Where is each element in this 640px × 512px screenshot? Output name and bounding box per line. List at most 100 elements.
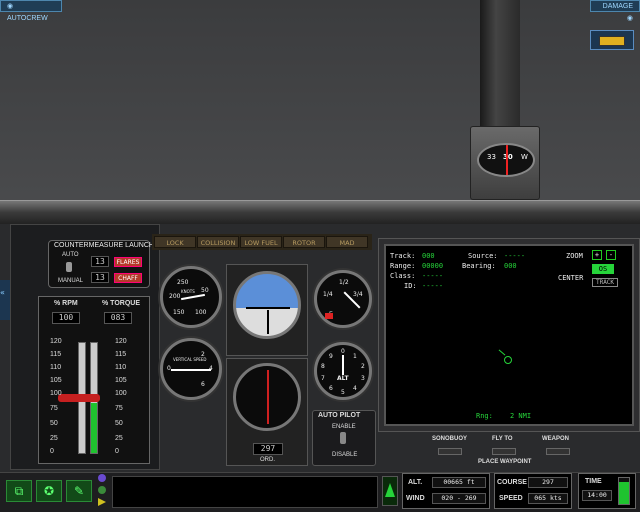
windshield-pillar [480, 0, 520, 130]
autopilot-disable: DISABLE [332, 452, 358, 458]
chaff-button[interactable]: CHAFF [114, 273, 142, 283]
time-compression-slider[interactable] [618, 477, 630, 505]
ownship-marker [504, 356, 512, 364]
rpm-label: % RPM [54, 300, 78, 307]
vsi-needle [171, 369, 211, 371]
engine-scale-tick: 0 [50, 448, 54, 455]
alt-tick: 5 [341, 389, 345, 396]
id-value: ----- [422, 282, 444, 290]
weapon-label: WEAPON [542, 436, 569, 442]
speed-label: SPEED [499, 495, 523, 502]
warning-rotor: ROTOR [283, 236, 325, 248]
airspeed-tick: 250 [177, 279, 189, 286]
fuel-tick: 1/4 [323, 291, 333, 298]
center-os-button[interactable]: OS [592, 264, 614, 274]
heading-value: 297 [253, 443, 283, 455]
alt-tick: 7 [321, 375, 325, 382]
crew-button[interactable]: ✪ [36, 480, 62, 502]
engine-scale-tick: 120 [115, 338, 127, 345]
airspeed-tick: 200 [169, 293, 181, 300]
time-label: TIME [585, 478, 602, 485]
auto-manual-switch[interactable] [66, 262, 72, 272]
autopilot-enable: ENABLE [332, 424, 356, 430]
fuel-tick: 3/4 [353, 291, 363, 298]
alt-tick: 1 [353, 353, 357, 360]
menu-button[interactable] [590, 30, 634, 50]
engine-scale-tick: 25 [50, 435, 58, 442]
speed-value: 065 kts [528, 493, 568, 504]
airspeed-tick: 100 [195, 309, 207, 316]
tools-button[interactable]: ✎ [66, 480, 92, 502]
bearing-label: Bearing: [462, 262, 496, 270]
autocrew-button[interactable]: ◉ AUTOCREW [0, 0, 62, 22]
track-label: Track: [390, 252, 416, 260]
autopilot-switch[interactable] [340, 432, 346, 444]
rng-value: 2 NMI [510, 412, 532, 420]
torque-value: 083 [104, 312, 132, 324]
flares-button[interactable]: FLARES [114, 257, 142, 267]
left-scroll-arrow[interactable]: « [0, 280, 10, 320]
alt-tick: 0 [341, 348, 345, 355]
crew-icon: ✪ [43, 484, 55, 498]
class-value: ----- [422, 272, 444, 280]
warning-low-fuel: LOW FUEL [240, 236, 282, 248]
magnetic-compass: 33 30 W [470, 126, 540, 200]
engine-scale-tick: 110 [115, 364, 127, 371]
engine-scale-tick: 105 [50, 377, 62, 384]
altimeter: 0 1 2 3 4 5 6 7 8 9 ALT [314, 342, 372, 400]
engine-scale-tick: 0 [115, 448, 119, 455]
course-label: COURSE [497, 479, 527, 486]
alt-tick: 8 [321, 363, 325, 370]
zoom-out-button[interactable]: - [606, 250, 616, 260]
center-label: CENTER [558, 274, 584, 282]
sky-view [0, 0, 640, 210]
windows-button[interactable]: ⧉ [6, 480, 32, 502]
windows-icon: ⧉ [14, 484, 24, 498]
throttle-indicator [382, 476, 398, 506]
compass-label: W [521, 153, 528, 161]
dash-coaming [0, 200, 640, 224]
auto-label: AUTO [62, 252, 79, 258]
wrench-icon: ✎ [73, 484, 85, 498]
wind-value: 020 - 269 [432, 493, 486, 504]
fly-to-button[interactable] [492, 448, 516, 455]
sonobuoy-label: SONOBUOY [432, 436, 468, 442]
play-icon[interactable] [98, 498, 106, 506]
course-value: 297 [528, 477, 568, 488]
arrow-up-icon [385, 483, 395, 497]
airspeed-indicator: 250 200 150 100 50 KNOTS [160, 266, 222, 328]
heading-housing: 297 ORD. [226, 358, 308, 466]
wind-label: WIND [406, 495, 425, 502]
fuel-tick: 1/2 [339, 279, 349, 286]
engine-scale-tick: 100 [115, 390, 127, 397]
zoom-in-button[interactable]: + [592, 250, 602, 260]
engine-scale-tick: 75 [50, 405, 58, 412]
message-box [112, 476, 378, 508]
status-dot-icon [98, 486, 106, 494]
rpm-value: 100 [52, 312, 80, 324]
rpm-indicator [58, 394, 100, 402]
radar-display[interactable]: Track: 000 Range: 00000 Class: ----- ID:… [384, 244, 634, 426]
time-value: 14:00 [582, 490, 612, 501]
menu-icon [599, 36, 625, 46]
compass-label: 33 [487, 153, 496, 161]
alt-tick: 6 [329, 385, 333, 392]
weapon-button[interactable] [546, 448, 570, 455]
source-value: ----- [504, 252, 526, 260]
torque-label: % TORQUE [102, 300, 140, 307]
place-waypoint-label: PLACE WAYPOINT [478, 459, 532, 465]
alt-needle [342, 355, 344, 375]
engine-scale-tick: 115 [50, 351, 62, 358]
damage-button[interactable]: DAMAGE ◉ [590, 0, 640, 22]
sonobuoy-button[interactable] [438, 448, 462, 455]
vertical-speed-indicator: 0 2 4 6 VERTICAL SPEED [160, 338, 222, 400]
autocrew-label: AUTOCREW [7, 15, 48, 22]
alt-tick: 9 [329, 353, 333, 360]
engine-scale-tick: 115 [115, 351, 127, 358]
status-dot-icon [98, 474, 106, 482]
range-label: Range: [390, 262, 416, 270]
engine-scale-tick: 105 [115, 377, 127, 384]
center-track-button[interactable]: TRACK [592, 278, 618, 287]
engine-scale-tick: 110 [50, 364, 62, 371]
alt-status-value: 00665 ft [432, 477, 486, 488]
